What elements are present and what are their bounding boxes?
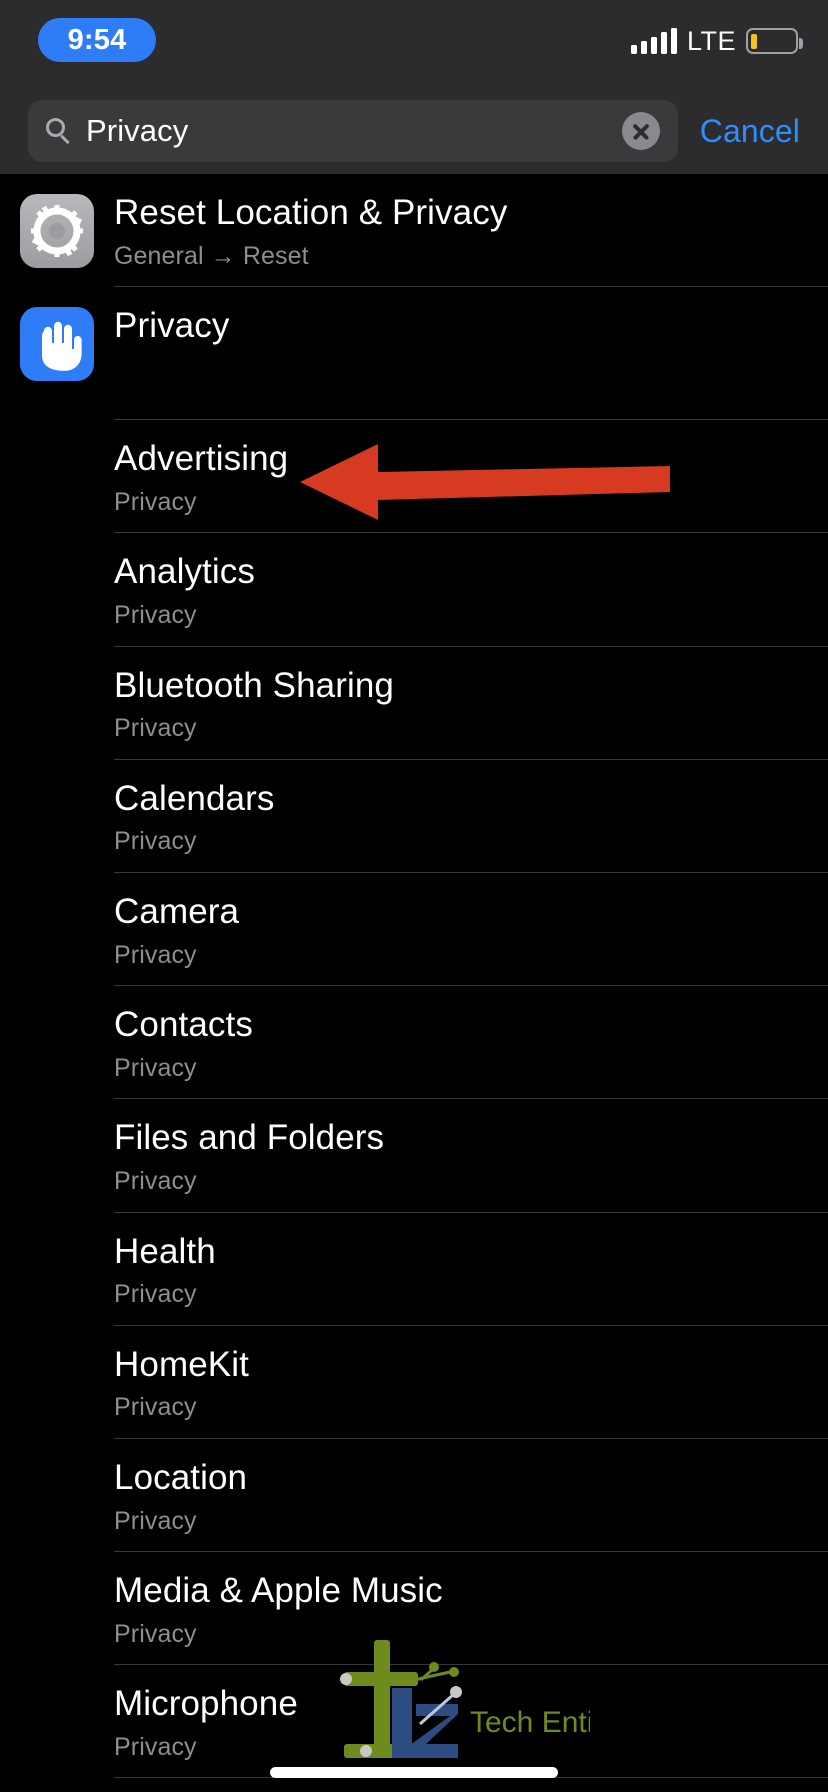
result-title: Advertising bbox=[114, 439, 289, 479]
result-subtitle: Privacy bbox=[114, 1393, 197, 1422]
search-results-list[interactable]: Reset Location & Privacy General → Reset P… bbox=[0, 174, 828, 1792]
search-result-row[interactable]: Advertising Privacy bbox=[0, 420, 828, 532]
result-subtitle: Privacy bbox=[114, 714, 197, 743]
cancel-button[interactable]: Cancel bbox=[700, 113, 800, 150]
result-title: Contacts bbox=[114, 1005, 253, 1045]
search-result-row[interactable]: Health Privacy bbox=[0, 1213, 828, 1325]
result-subtitle: Privacy bbox=[114, 1506, 197, 1535]
search-result-row[interactable]: Reset Location & Privacy General → Reset bbox=[0, 174, 828, 286]
result-body: Contacts Privacy bbox=[114, 1004, 828, 1084]
result-body: Media & Apple Music Privacy bbox=[114, 1570, 828, 1650]
gear-icon bbox=[20, 194, 94, 268]
result-subtitle: Privacy bbox=[114, 1619, 197, 1648]
search-result-row[interactable]: Microphone Privacy bbox=[0, 1665, 828, 1777]
search-result-row[interactable]: Camera Privacy bbox=[0, 873, 828, 985]
search-result-row[interactable]: Location Privacy bbox=[0, 1439, 828, 1551]
result-body: Files and Folders Privacy bbox=[114, 1117, 828, 1197]
result-title: Privacy bbox=[114, 306, 230, 346]
search-result-row[interactable]: HomeKit Privacy bbox=[0, 1326, 828, 1438]
status-bar-time: 9:54 bbox=[67, 23, 127, 56]
search-result-row[interactable]: Privacy bbox=[0, 287, 828, 419]
result-body: Bluetooth Sharing Privacy bbox=[114, 665, 828, 745]
result-icon-cell bbox=[0, 438, 114, 440]
result-body: Microphone Privacy bbox=[114, 1683, 828, 1763]
hand-raised-icon bbox=[20, 307, 94, 382]
search-input[interactable]: Privacy bbox=[86, 113, 622, 149]
result-icon-cell bbox=[0, 1457, 114, 1459]
result-title: Media & Apple Music bbox=[114, 1571, 443, 1611]
search-result-row[interactable]: Calendars Privacy bbox=[0, 760, 828, 872]
result-body: Calendars Privacy bbox=[114, 778, 828, 858]
result-icon-cell bbox=[0, 1004, 114, 1006]
result-title: Files and Folders bbox=[114, 1118, 385, 1158]
result-subtitle: Privacy bbox=[114, 827, 197, 856]
result-body: Advertising Privacy bbox=[114, 438, 828, 518]
result-title: Health bbox=[114, 1231, 216, 1271]
result-body: Health Privacy bbox=[114, 1231, 828, 1311]
search-icon bbox=[46, 118, 72, 145]
result-icon-cell bbox=[0, 1344, 114, 1346]
result-icon-cell bbox=[0, 1683, 114, 1685]
result-body: Analytics Privacy bbox=[114, 551, 828, 631]
result-icon-cell bbox=[0, 665, 114, 667]
search-result-row[interactable]: Files and Folders Privacy bbox=[0, 1099, 828, 1211]
result-title: Analytics bbox=[114, 552, 255, 592]
result-subtitle: Privacy bbox=[114, 940, 197, 969]
result-body: HomeKit Privacy bbox=[114, 1344, 828, 1424]
result-icon-cell bbox=[0, 778, 114, 780]
network-type-label: LTE bbox=[686, 25, 736, 56]
result-body: Privacy bbox=[114, 305, 828, 348]
result-icon-cell bbox=[0, 1117, 114, 1119]
result-body: Reset Location & Privacy General → Reset bbox=[114, 192, 828, 272]
search-result-row[interactable]: Bluetooth Sharing Privacy bbox=[0, 647, 828, 759]
result-title: Microphone bbox=[114, 1684, 298, 1724]
search-result-row[interactable]: Media & Apple Music Privacy bbox=[0, 1552, 828, 1664]
search-bar: Privacy Cancel bbox=[0, 88, 828, 174]
result-subtitle: Privacy bbox=[114, 601, 197, 630]
result-subtitle: General → Reset bbox=[114, 241, 309, 270]
result-icon-cell bbox=[0, 551, 114, 553]
result-title: Bluetooth Sharing bbox=[114, 665, 394, 705]
result-icon-cell bbox=[0, 192, 114, 268]
result-title: Location bbox=[114, 1457, 248, 1497]
result-subtitle: Privacy bbox=[114, 1280, 197, 1309]
result-body: Location Privacy bbox=[114, 1457, 828, 1537]
result-title: Camera bbox=[114, 891, 240, 931]
status-bar-indicators: LTE bbox=[630, 20, 803, 62]
search-field[interactable]: Privacy bbox=[28, 100, 678, 162]
result-icon-cell bbox=[0, 1570, 114, 1572]
status-bar: 9:54 LTE bbox=[0, 0, 828, 88]
result-icon-cell bbox=[0, 1231, 114, 1233]
search-result-row[interactable]: Contacts Privacy bbox=[0, 986, 828, 1098]
clear-search-icon[interactable] bbox=[621, 112, 660, 150]
result-subtitle: Privacy bbox=[114, 1732, 197, 1761]
battery-icon bbox=[746, 28, 803, 54]
status-bar-time-location-pill: 9:54 bbox=[38, 18, 156, 62]
result-title: Reset Location & Privacy bbox=[114, 193, 508, 232]
result-icon-cell bbox=[0, 891, 114, 893]
battery-cap bbox=[799, 38, 803, 49]
iphone-settings-search-screen: 9:54 LTE Privacy Cancel Reset Location &… bbox=[0, 0, 828, 1792]
cellular-signal-icon bbox=[630, 28, 677, 54]
result-subtitle: Privacy bbox=[114, 1053, 197, 1082]
home-indicator bbox=[270, 1767, 558, 1778]
search-result-row[interactable]: PhotosPrivacy bbox=[0, 1778, 828, 1792]
result-subtitle: Privacy bbox=[114, 487, 197, 516]
result-title: Calendars bbox=[114, 778, 275, 818]
result-subtitle: Privacy bbox=[114, 1167, 197, 1195]
search-result-row[interactable]: Analytics Privacy bbox=[0, 533, 828, 645]
battery-fill bbox=[751, 33, 757, 49]
result-icon-cell bbox=[0, 305, 114, 382]
result-title: HomeKit bbox=[114, 1344, 249, 1384]
result-body: Camera Privacy bbox=[114, 891, 828, 971]
